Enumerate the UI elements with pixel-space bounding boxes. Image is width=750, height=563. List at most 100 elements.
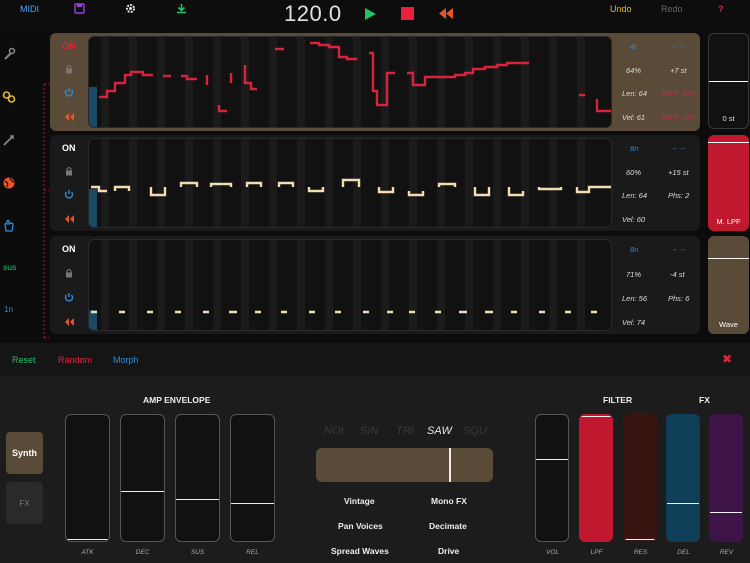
velocity-value[interactable]: Vel: 74 <box>622 318 645 327</box>
power-icon[interactable] <box>64 189 74 199</box>
lpf-slider[interactable] <box>579 414 613 542</box>
stop-icon[interactable] <box>401 7 414 20</box>
length-value[interactable]: Len: 64 <box>622 191 647 200</box>
lock-icon[interactable] <box>64 268 74 278</box>
lock-icon[interactable] <box>64 166 74 176</box>
direction-arrows[interactable]: → ← <box>670 143 687 152</box>
macro-transpose[interactable]: 0 st <box>708 33 749 129</box>
reset-row-icon[interactable] <box>64 317 74 327</box>
macro-level-line <box>709 81 748 82</box>
power-icon[interactable] <box>64 87 74 97</box>
wave-saw[interactable]: SAW <box>427 425 452 437</box>
delay-label: DEL <box>677 549 690 556</box>
wave-mix-slider[interactable] <box>316 448 493 482</box>
reset-button[interactable]: Reset <box>12 355 36 365</box>
rewind-icon[interactable] <box>438 7 454 20</box>
resonance-slider[interactable] <box>623 414 657 542</box>
tab-fx[interactable]: FX <box>6 482 43 524</box>
close-icon[interactable]: ✖ <box>722 352 732 366</box>
macro-level-line <box>708 141 749 143</box>
sus-toggle[interactable]: sus <box>3 262 16 272</box>
transpose-value[interactable]: +15 st <box>668 168 689 177</box>
step-grid[interactable] <box>88 36 612 128</box>
tempo-display[interactable]: 120.0 <box>284 1 342 27</box>
random-button[interactable]: Random <box>58 355 92 365</box>
phase-value[interactable]: Phs: 2 <box>668 191 689 200</box>
volume-slider[interactable] <box>535 414 569 542</box>
gear-icon[interactable] <box>125 3 136 14</box>
vintage-toggle[interactable]: Vintage <box>344 496 375 506</box>
link-icon[interactable] <box>2 90 16 104</box>
velocity-value[interactable]: Vel: 61 <box>622 113 645 122</box>
length-value[interactable]: Len: 64 <box>622 89 647 98</box>
sustain-slider[interactable] <box>175 414 220 542</box>
step-grid-canvas[interactable] <box>89 240 611 330</box>
step-grid[interactable] <box>88 239 612 331</box>
top-bar: MIDI 120.0 Undo Redo ? <box>0 0 750 30</box>
step-grid-canvas[interactable] <box>89 139 611 227</box>
needle-icon[interactable] <box>2 133 16 147</box>
release-slider[interactable] <box>230 414 275 542</box>
direction-arrows[interactable]: → ← <box>670 244 687 253</box>
decimate-toggle[interactable]: Decimate <box>429 521 467 531</box>
division-value[interactable]: 4t <box>630 42 636 51</box>
undo-button[interactable]: Undo <box>610 4 632 14</box>
row-on-toggle[interactable]: ON <box>62 143 76 153</box>
phase-value[interactable]: Phs: 6 <box>668 294 689 303</box>
sequencer-row-1: ON 4t → ← 64% +7 st Len: 64 RPT: 30% Vel… <box>50 33 700 131</box>
tab-synth[interactable]: Synth <box>6 432 43 474</box>
hand-icon[interactable] <box>2 219 16 233</box>
help-button[interactable]: ? <box>718 4 724 14</box>
macro-lpf[interactable]: M. LPF <box>708 135 749 231</box>
reset-row-icon[interactable] <box>64 214 74 224</box>
wave-sine[interactable]: SIN <box>360 425 378 437</box>
transpose-value[interactable]: -4 st <box>670 270 685 279</box>
step-grid[interactable] <box>88 138 612 228</box>
delay-slider[interactable] <box>666 414 700 542</box>
direction-arrows[interactable]: → ← <box>670 41 687 50</box>
wrench-icon[interactable] <box>2 47 16 61</box>
reset-row-icon[interactable] <box>64 112 74 122</box>
percent-value[interactable]: 71% <box>626 270 641 279</box>
wave-triangle[interactable]: TRI <box>396 425 414 437</box>
wave-square[interactable]: SQU <box>463 425 487 437</box>
morph-button[interactable]: Morph <box>113 355 139 365</box>
volume-label: VOL <box>545 549 559 556</box>
row-on-toggle[interactable]: ON <box>62 41 76 51</box>
reverb-slider[interactable] <box>709 414 743 542</box>
pan-voices-toggle[interactable]: Pan Voices <box>338 521 383 531</box>
length-value[interactable]: Len: 56 <box>622 294 647 303</box>
power-icon[interactable] <box>64 292 74 302</box>
play-icon[interactable] <box>363 7 377 21</box>
division-value[interactable]: 8n <box>630 144 638 153</box>
transpose-value[interactable]: +7 st <box>670 66 686 75</box>
wave-noise[interactable]: NOI <box>324 425 344 437</box>
globe-icon[interactable] <box>2 176 16 190</box>
macro-label: Wave <box>719 320 738 329</box>
redo-button[interactable]: Redo <box>661 4 683 14</box>
download-icon[interactable] <box>176 3 187 14</box>
macro-wave[interactable]: Wave <box>708 236 749 334</box>
note-length-toggle[interactable]: 1n <box>4 305 13 314</box>
midi-button[interactable]: MIDI <box>20 4 39 14</box>
repeat2-value[interactable]: RPT: 10% <box>662 113 696 122</box>
mono-fx-toggle[interactable]: Mono FX <box>431 496 467 506</box>
percent-value[interactable]: 64% <box>626 66 641 75</box>
percent-value[interactable]: 60% <box>626 168 641 177</box>
slider-level-line <box>66 539 109 540</box>
reverb-label: REV <box>719 549 734 556</box>
lock-icon[interactable] <box>64 64 74 74</box>
attack-slider[interactable] <box>65 414 110 542</box>
velocity-value[interactable]: Vel: 60 <box>622 215 645 224</box>
row-on-toggle[interactable]: ON <box>62 244 76 254</box>
step-grid-canvas[interactable] <box>89 37 611 127</box>
spread-waves-toggle[interactable]: Spread Waves <box>331 546 389 556</box>
division-value[interactable]: 8n <box>630 245 638 254</box>
slider-level-line <box>231 503 274 505</box>
tab-fx-label: FX <box>19 498 30 508</box>
save-icon[interactable] <box>74 3 85 14</box>
decay-slider[interactable] <box>120 414 165 542</box>
slider-level-line <box>121 490 164 492</box>
drive-toggle[interactable]: Drive <box>438 546 459 556</box>
repeat-value[interactable]: RPT: 30% <box>662 89 696 98</box>
